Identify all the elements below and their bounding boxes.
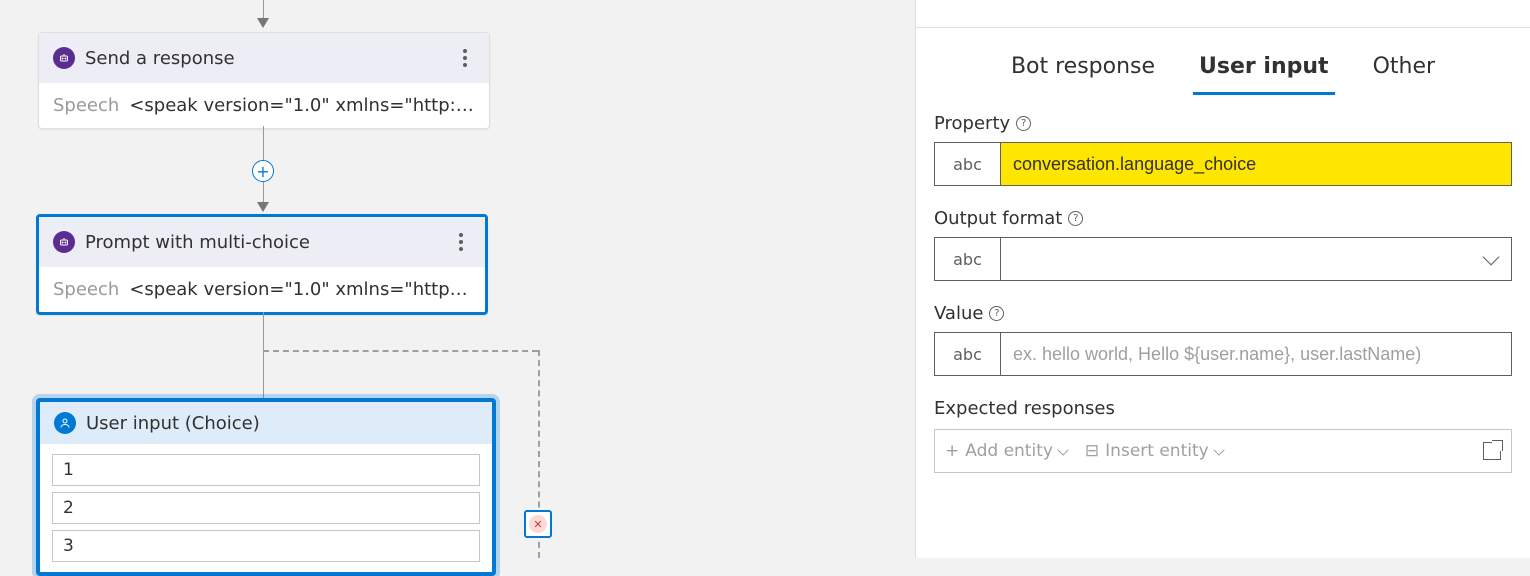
tab-bot-response[interactable]: Bot response (1009, 48, 1157, 85)
type-prefix[interactable]: abc (935, 333, 1001, 375)
popout-icon[interactable] (1483, 442, 1501, 460)
properties-panel: Bot response User input Other Property ?… (915, 0, 1530, 558)
choice-option[interactable]: 3 (52, 530, 480, 562)
field-output-format: Output format ? abc (934, 208, 1512, 281)
bot-icon (53, 231, 75, 253)
help-icon[interactable]: ? (1016, 116, 1031, 131)
tab-label: User input (1199, 54, 1329, 79)
value-input[interactable] (1001, 333, 1511, 375)
field-label: Output format (934, 208, 1062, 229)
node-title: User input (Choice) (86, 413, 260, 434)
add-entity-button[interactable]: + Add entity (945, 441, 1067, 461)
expected-responses-toolbar: + Add entity ⊟ Insert entity (934, 429, 1512, 473)
type-prefix[interactable]: abc (935, 143, 1001, 185)
field-value: <speak version="1.0" xmlns="http://www..… (129, 95, 475, 116)
button-label: Add entity (965, 441, 1053, 461)
more-icon[interactable] (455, 45, 475, 71)
active-tab-underline (1193, 92, 1335, 95)
panel-header-divider (916, 0, 1530, 28)
error-icon: ✕ (529, 515, 547, 533)
property-input[interactable] (1001, 143, 1511, 185)
node-send-response[interactable]: Send a response Speech <speak version="1… (38, 32, 490, 129)
choice-option[interactable]: 2 (52, 492, 480, 524)
field-label: Speech (53, 279, 119, 300)
more-icon[interactable] (451, 229, 471, 255)
node-prompt-multichoice[interactable]: Prompt with multi-choice Speech <speak v… (36, 214, 488, 315)
node-title: Send a response (85, 48, 455, 69)
arrowhead-icon (257, 202, 269, 212)
connector-dashed (263, 350, 538, 352)
field-label: Speech (53, 95, 119, 116)
expected-responses-label: Expected responses (934, 398, 1512, 419)
field-label: Value (934, 303, 983, 324)
type-prefix[interactable]: abc (935, 238, 1001, 280)
panel-tabs: Bot response User input Other (934, 48, 1512, 85)
help-icon[interactable]: ? (989, 306, 1004, 321)
field-value: Value ? abc (934, 303, 1512, 376)
output-format-select[interactable] (1001, 238, 1511, 280)
chevron-down-icon (1213, 444, 1224, 455)
field-label: Property (934, 113, 1010, 134)
arrowhead-icon (257, 18, 269, 28)
user-icon (54, 412, 76, 434)
button-label: Insert entity (1105, 441, 1209, 461)
choice-option[interactable]: 1 (52, 454, 480, 486)
connector (263, 312, 264, 398)
add-node-button[interactable]: + (252, 160, 274, 182)
node-title: Prompt with multi-choice (85, 232, 451, 253)
insert-entity-button[interactable]: ⊟ Insert entity (1085, 441, 1223, 462)
tab-user-input[interactable]: User input (1197, 48, 1331, 85)
node-user-input-choice[interactable]: User input (Choice) 1 2 3 (36, 398, 496, 576)
flow-canvas[interactable]: Send a response Speech <speak version="1… (0, 0, 915, 558)
bot-icon (53, 47, 75, 69)
tab-other[interactable]: Other (1371, 48, 1437, 85)
chevron-down-icon (1057, 444, 1068, 455)
chevron-down-icon (1483, 249, 1500, 266)
field-property: Property ? abc (934, 113, 1512, 186)
help-icon[interactable]: ? (1068, 211, 1083, 226)
field-value: <speak version="1.0" xmlns="http://www..… (129, 279, 471, 300)
plus-icon: + (945, 441, 959, 461)
error-marker[interactable]: ✕ (524, 510, 552, 538)
insert-icon: ⊟ (1085, 441, 1099, 462)
